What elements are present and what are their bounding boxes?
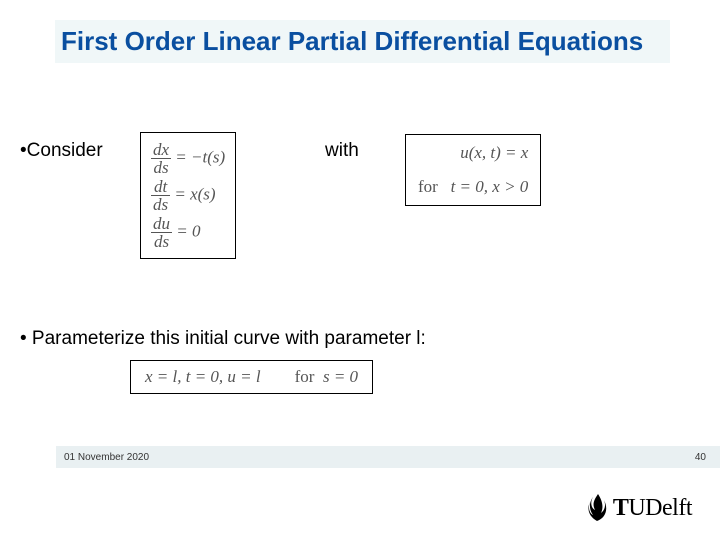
ic-line-2: for t = 0, x > 0 [418,177,528,197]
footer-bar: 01 November 2020 40 [0,446,720,468]
tudelft-logo: TUDelft [587,492,692,522]
equation-3: duds = 0 [151,215,225,250]
flame-icon [587,492,609,522]
equation-1: dxds = −t(s) [151,141,225,176]
parameterization-box: x = l, t = 0, u = l for s = 0 [130,360,373,394]
footer-left-gap [0,446,56,468]
slide-title: First Order Linear Partial Differential … [61,26,660,57]
slide-title-block: First Order Linear Partial Differential … [55,20,670,63]
equation-2: dtds = x(s) [151,178,225,213]
bullet-parameterize: • Parameterize this initial curve with p… [20,328,426,350]
equation-system-box: dxds = −t(s) dtds = x(s) duds = 0 [140,132,236,259]
footer-page-number: 40 [695,452,706,463]
bullet-consider: •Consider [20,140,103,162]
logo-text: TUDelft [613,495,692,522]
footer-date: 01 November 2020 [64,452,149,463]
footer-content: 01 November 2020 40 [56,446,720,468]
initial-condition-box: u(x, t) = x for t = 0, x > 0 [405,134,541,206]
ic-line-1: u(x, t) = x [418,143,528,163]
with-label: with [325,140,359,162]
